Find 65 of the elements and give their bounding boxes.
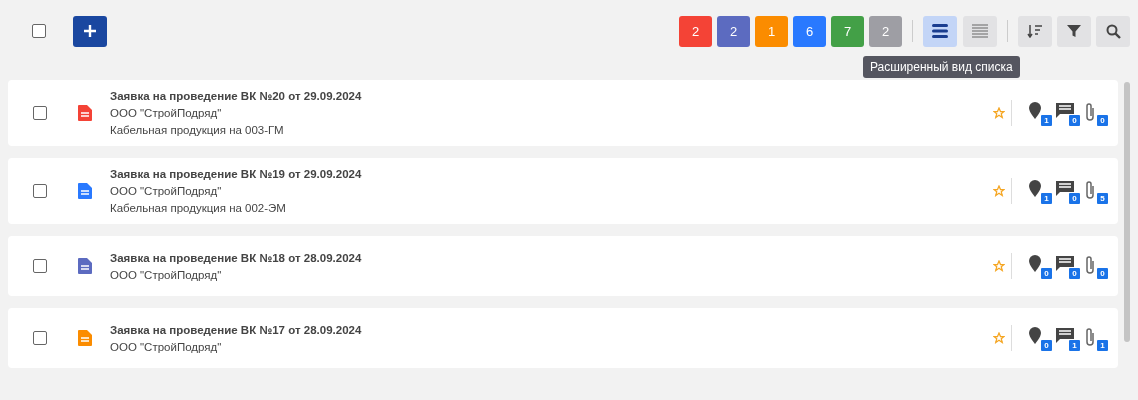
row-checkbox[interactable] <box>33 259 47 273</box>
count-badge: 1 <box>1097 340 1108 351</box>
count-badge: 0 <box>1069 193 1080 204</box>
comment-icon <box>1056 180 1074 196</box>
search-button[interactable] <box>1096 15 1130 47</box>
request-card[interactable]: Заявка на проведение ВК №20 от 29.09.2024 ООО "СтройПодряд" Кабельная продукция на 003-ГМ 1 0 0 <box>8 80 1118 146</box>
star-icon[interactable] <box>993 185 1005 197</box>
add-button[interactable] <box>73 15 107 47</box>
count-badge: 1 <box>1041 193 1052 204</box>
plus-icon <box>83 24 97 38</box>
compact-list-icon <box>972 24 988 38</box>
location-pin-icon <box>1028 327 1042 345</box>
organization-name: ООО "СтройПодряд" <box>110 340 223 353</box>
status-counter[interactable]: 7 <box>831 15 864 47</box>
count-badge: 0 <box>1069 115 1080 126</box>
scrollbar[interactable] <box>1124 82 1130 342</box>
location-pin-icon <box>1028 102 1042 120</box>
location-pin-icon <box>1028 180 1042 198</box>
comment-icon <box>1056 102 1074 118</box>
status-counter[interactable]: 2 <box>679 15 712 47</box>
count-badge: 1 <box>1041 115 1052 126</box>
row-checkbox[interactable] <box>33 106 47 120</box>
filter-button[interactable] <box>1057 15 1091 47</box>
row-checkbox[interactable] <box>33 331 47 345</box>
count-badge: 0 <box>1041 340 1052 351</box>
request-card[interactable]: Заявка на проведение ВК №18 от 28.09.2024 ООО "СтройПодряд" 0 0 0 <box>8 236 1118 296</box>
paperclip-icon <box>1084 180 1096 200</box>
paperclip-icon <box>1084 327 1096 347</box>
list-icon <box>932 24 948 38</box>
comment-icon <box>1056 327 1074 343</box>
count-badge: 0 <box>1069 268 1080 279</box>
count-badge: 5 <box>1097 193 1108 204</box>
count-badge: 1 <box>1069 340 1080 351</box>
request-title: Заявка на проведение ВК №20 от 29.09.2024 <box>110 90 363 102</box>
request-card[interactable]: Заявка на проведение ВК №17 от 28.09.2024 ООО "СтройПодряд" 0 1 1 <box>8 308 1118 368</box>
request-title: Заявка на проведение ВК №18 от 28.09.2024 <box>110 251 363 264</box>
request-title: Заявка на проведение ВК №19 от 29.09.2024 <box>110 168 363 180</box>
organization-name: ООО "СтройПодряд" <box>110 185 223 197</box>
organization-name: ООО "СтройПодряд" <box>110 268 223 281</box>
request-description: Кабельная продукция на 003-ГМ <box>110 124 285 136</box>
count-badge: 0 <box>1097 268 1108 279</box>
status-counter[interactable]: 2 <box>869 15 902 47</box>
tooltip: Расширенный вид списка <box>863 55 1020 78</box>
star-icon[interactable] <box>993 332 1005 344</box>
sort-icon <box>1027 24 1043 38</box>
request-title: Заявка на проведение ВК №17 от 28.09.2024 <box>110 323 363 336</box>
organization-name: ООО "СтройПодряд" <box>110 107 223 119</box>
paperclip-icon <box>1084 102 1096 122</box>
status-counter[interactable]: 6 <box>793 15 826 47</box>
count-badge: 0 <box>1097 115 1108 126</box>
star-icon[interactable] <box>993 260 1005 272</box>
comment-icon <box>1056 255 1074 271</box>
status-counter[interactable]: 2 <box>717 15 750 47</box>
row-checkbox[interactable] <box>33 184 47 198</box>
location-pin-icon <box>1028 255 1042 273</box>
filter-icon <box>1067 24 1081 38</box>
select-all-checkbox[interactable] <box>32 24 46 38</box>
search-icon <box>1105 23 1121 39</box>
view-mode-button[interactable] <box>923 15 957 47</box>
sort-button[interactable] <box>1018 15 1052 47</box>
count-badge: 0 <box>1041 268 1052 279</box>
request-description: Кабельная продукция на 002-ЭМ <box>110 202 287 214</box>
paperclip-icon <box>1084 255 1096 275</box>
star-icon[interactable] <box>993 107 1005 119</box>
request-card[interactable]: Заявка на проведение ВК №19 от 29.09.2024 ООО "СтройПодряд" Кабельная продукция на 002-ЭМ 1 0 5 <box>8 158 1118 224</box>
